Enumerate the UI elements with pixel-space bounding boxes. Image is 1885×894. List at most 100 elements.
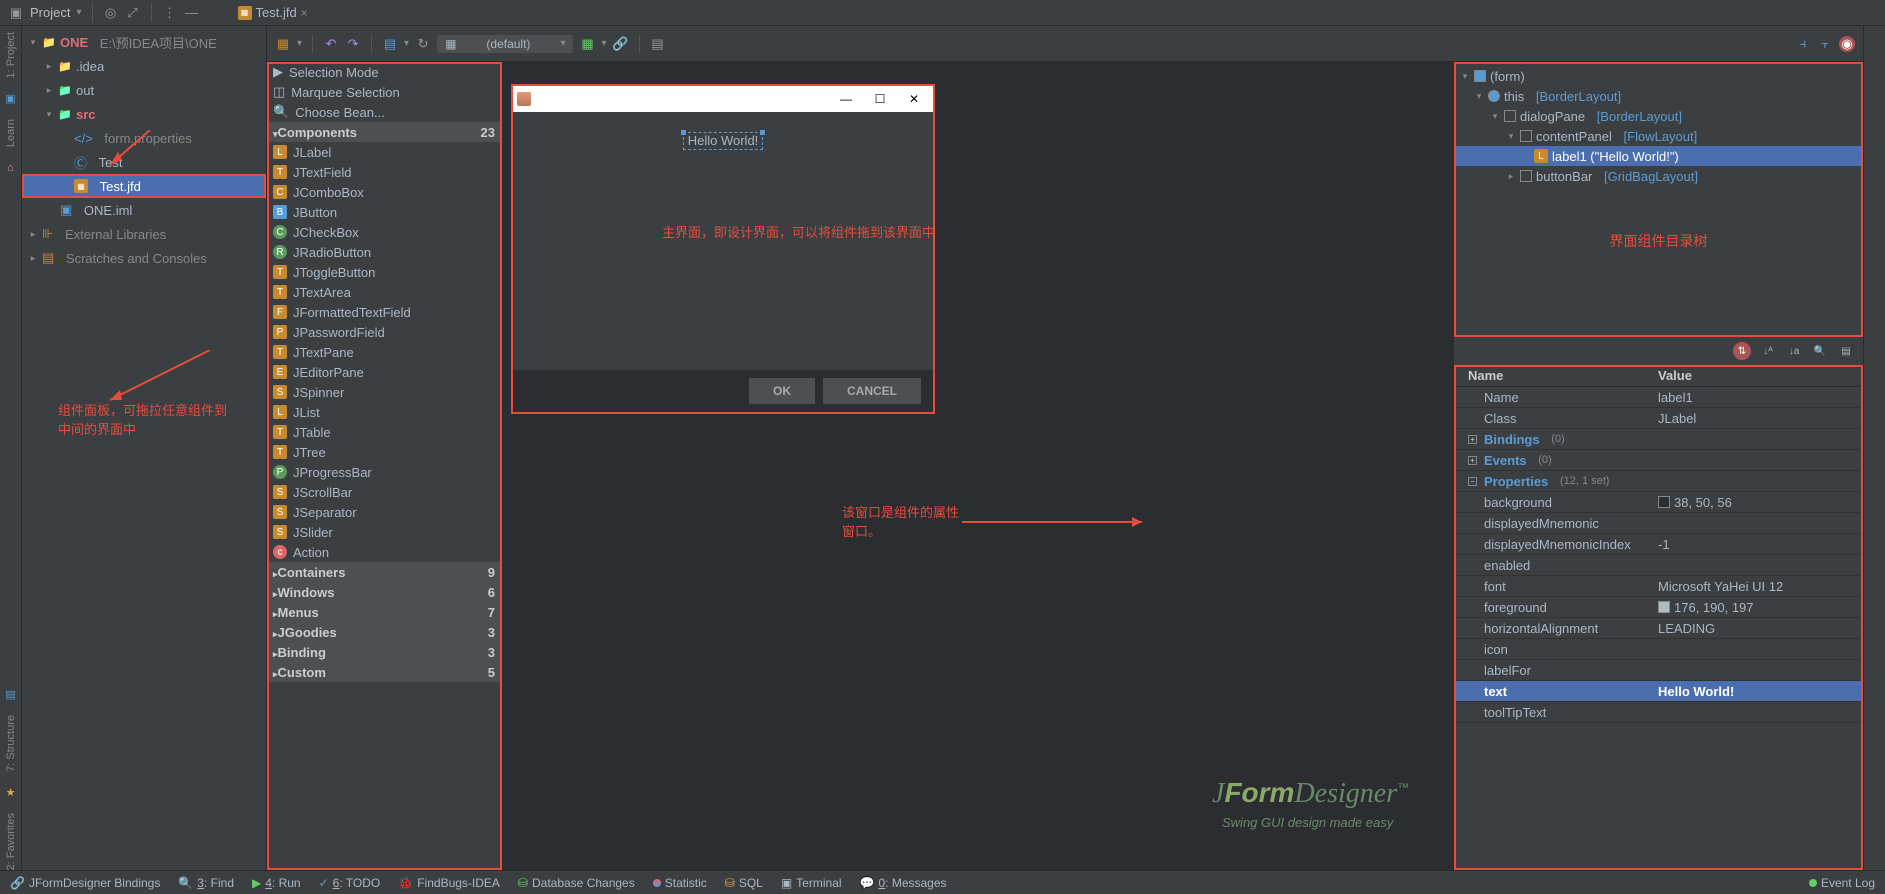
- palette-jtextfield[interactable]: TJTextField: [267, 162, 501, 182]
- palette-jtogglebutton[interactable]: TJToggleButton: [267, 262, 501, 282]
- ok-button[interactable]: OK: [749, 378, 815, 404]
- align2-icon[interactable]: ⫟: [1817, 36, 1833, 52]
- tree-out[interactable]: ▸out: [22, 78, 266, 102]
- palette-jcombobox[interactable]: CJComboBox: [267, 182, 501, 202]
- status-stat[interactable]: Statistic: [653, 876, 707, 890]
- status-bindings[interactable]: 🔗JFormDesigner Bindings: [10, 876, 160, 890]
- learn-icon[interactable]: ▣: [5, 92, 15, 105]
- tree-root[interactable]: ▾ONE E:\预IDEA项目\ONE: [22, 30, 266, 54]
- prop-dmi[interactable]: displayedMnemonicIndex-1: [1454, 534, 1863, 555]
- struct-dialogpane[interactable]: ▾dialogPane [BorderLayout]: [1454, 106, 1863, 126]
- choose-bean[interactable]: 🔍Choose Bean...: [267, 102, 501, 122]
- containers-header[interactable]: ▸Containers9: [267, 562, 501, 582]
- custom-header[interactable]: ▸Custom5: [267, 662, 501, 682]
- palette-jeditorpane[interactable]: EJEditorPane: [267, 362, 501, 382]
- binding-header[interactable]: ▸Binding3: [267, 642, 501, 662]
- tree-scratches[interactable]: ▸▤ Scratches and Consoles: [22, 246, 266, 270]
- status-sql[interactable]: ⛁SQL: [725, 876, 763, 890]
- tree-testjfd[interactable]: ▦ Test.jfd: [22, 174, 266, 198]
- prop-icon[interactable]: icon: [1454, 639, 1863, 660]
- prop-bindings[interactable]: +Bindings (0): [1454, 429, 1863, 450]
- project-tool[interactable]: 1: Project: [5, 32, 17, 78]
- editor-tab[interactable]: ▦ Test.jfd ×: [230, 0, 316, 26]
- palette-icon[interactable]: ▦: [275, 36, 291, 52]
- palette-jtextpane[interactable]: TJTextPane: [267, 342, 501, 362]
- close-button[interactable]: ✕: [899, 92, 929, 106]
- palette-jradiobutton[interactable]: RJRadioButton: [267, 242, 501, 262]
- palette-jbutton[interactable]: BJButton: [267, 202, 501, 222]
- align-icon[interactable]: ⫞: [1795, 36, 1811, 52]
- target-icon[interactable]: ◎: [103, 5, 119, 21]
- menus-header[interactable]: ▸Menus7: [267, 602, 501, 622]
- struct-contentpanel[interactable]: ▾contentPanel [FlowLayout]: [1454, 126, 1863, 146]
- status-term[interactable]: ▣Terminal: [781, 876, 842, 890]
- status-msgs[interactable]: 💬0: Messages: [860, 876, 947, 890]
- grid-icon[interactable]: ▤: [650, 36, 666, 52]
- minimize-icon[interactable]: —: [184, 5, 200, 21]
- status-run[interactable]: ▶4: Run: [252, 876, 301, 890]
- palette-jseparator[interactable]: SJSeparator: [267, 502, 501, 522]
- refresh-icon[interactable]: ↻: [415, 36, 431, 52]
- prop-foreground[interactable]: foreground176, 190, 197: [1454, 597, 1863, 618]
- structure-tool[interactable]: 7: Structure: [5, 715, 17, 772]
- design-frame[interactable]: — ☐ ✕ Hello World! OK CANCEL: [513, 86, 933, 412]
- jgoodies-header[interactable]: ▸JGoodies3: [267, 622, 501, 642]
- palette-jspinner[interactable]: SJSpinner: [267, 382, 501, 402]
- palette-action[interactable]: cAction: [267, 542, 501, 562]
- structure-icon[interactable]: ▤: [5, 688, 15, 701]
- sort-a-icon[interactable]: ↓a: [1785, 342, 1803, 360]
- tree-idea[interactable]: ▸.idea: [22, 54, 266, 78]
- layout-icon[interactable]: ▤: [382, 36, 398, 52]
- minimize-button[interactable]: —: [831, 92, 861, 106]
- palette-jslider[interactable]: SJSlider: [267, 522, 501, 542]
- avatar-icon[interactable]: ◉: [1839, 36, 1855, 52]
- prop-text[interactable]: textHello World!: [1454, 681, 1863, 702]
- link-icon[interactable]: 🔗: [613, 36, 629, 52]
- sort-alpha-icon[interactable]: ↓ᴬ: [1759, 342, 1777, 360]
- settings-icon[interactable]: ▤: [1837, 342, 1855, 360]
- prop-enabled[interactable]: enabled: [1454, 555, 1863, 576]
- windows-header[interactable]: ▸Windows6: [267, 582, 501, 602]
- prop-properties[interactable]: −Properties (12, 1 set): [1454, 471, 1863, 492]
- prop-font[interactable]: fontMicrosoft YaHei UI 12: [1454, 576, 1863, 597]
- palette-jtree[interactable]: TJTree: [267, 442, 501, 462]
- status-eventlog[interactable]: Event Log: [1809, 876, 1875, 890]
- struct-form[interactable]: ▾(form): [1454, 66, 1863, 86]
- tree-src[interactable]: ▾src: [22, 102, 266, 126]
- struct-buttonbar[interactable]: ▸buttonBar [GridBagLayout]: [1454, 166, 1863, 186]
- learn-tool[interactable]: Learn: [5, 119, 17, 147]
- struct-this[interactable]: ▾this [BorderLayout]: [1454, 86, 1863, 106]
- tree-extlibs[interactable]: ▸⊪ External Libraries: [22, 222, 266, 246]
- palette-jtextarea[interactable]: TJTextArea: [267, 282, 501, 302]
- status-findbugs[interactable]: 🐞FindBugs-IDEA: [398, 876, 500, 890]
- prop-labelfor[interactable]: labelFor: [1454, 660, 1863, 681]
- close-icon[interactable]: ×: [301, 6, 308, 20]
- components-header[interactable]: ▾Components23: [267, 122, 501, 142]
- more-icon[interactable]: ⋮: [162, 5, 178, 21]
- status-find[interactable]: 🔍3: Find: [178, 876, 234, 890]
- project-label[interactable]: Project: [30, 5, 70, 20]
- prop-tooltip[interactable]: toolTipText: [1454, 702, 1863, 723]
- palette-jlabel[interactable]: LJLabel: [267, 142, 501, 162]
- chevron-down-icon[interactable]: ▾: [76, 7, 81, 18]
- struct-label1[interactable]: Llabel1 ("Hello World!"): [1454, 146, 1863, 166]
- maximize-button[interactable]: ☐: [865, 92, 895, 106]
- colors-icon[interactable]: ▦: [579, 36, 595, 52]
- palette-jprogressbar[interactable]: PJProgressBar: [267, 462, 501, 482]
- sort-icon[interactable]: ⇅: [1733, 342, 1751, 360]
- prop-name[interactable]: Namelabel1: [1454, 387, 1863, 408]
- palette-jpasswordfield[interactable]: PJPasswordField: [267, 322, 501, 342]
- design-canvas[interactable]: — ☐ ✕ Hello World! OK CANCEL 主界面，即设计界面，可…: [502, 62, 1453, 870]
- home-icon[interactable]: ⌂: [7, 162, 14, 174]
- status-db[interactable]: ⛁Database Changes: [518, 876, 635, 890]
- palette-jtable[interactable]: TJTable: [267, 422, 501, 442]
- favorites-tool[interactable]: 2: Favorites: [5, 813, 17, 870]
- palette-jlist[interactable]: LJList: [267, 402, 501, 422]
- marquee-selection[interactable]: ◫Marquee Selection: [267, 82, 501, 102]
- selection-mode[interactable]: ▶Selection Mode: [267, 62, 501, 82]
- search-icon[interactable]: 🔍: [1811, 342, 1829, 360]
- hello-label[interactable]: Hello World!: [683, 132, 764, 150]
- prop-halign[interactable]: horizontalAlignmentLEADING: [1454, 618, 1863, 639]
- status-todo[interactable]: ✓6: TODO: [319, 876, 381, 890]
- cancel-button[interactable]: CANCEL: [823, 378, 921, 404]
